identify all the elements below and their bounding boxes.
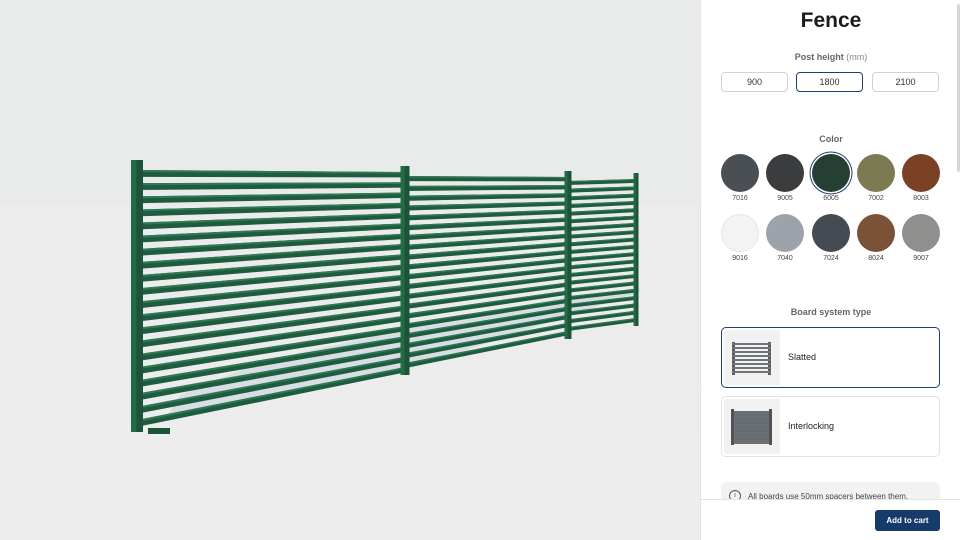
color-code-label: 7024 bbox=[823, 255, 839, 262]
color-code-label: 9005 bbox=[777, 195, 793, 202]
color-dot bbox=[766, 154, 804, 192]
color-code-label: 8003 bbox=[913, 195, 929, 202]
board-option-interlocking[interactable]: Interlocking bbox=[721, 396, 940, 457]
interlocking-label: Interlocking bbox=[788, 421, 835, 431]
color-swatch-8024[interactable]: 8024 bbox=[857, 214, 895, 262]
post-height-label: Post height (mm) bbox=[701, 52, 960, 62]
fence-3d-model[interactable] bbox=[0, 0, 700, 540]
color-swatch-7024[interactable]: 7024 bbox=[812, 214, 850, 262]
post-base-plate bbox=[148, 428, 170, 434]
post-height-900-button[interactable]: 900 bbox=[721, 72, 788, 92]
color-swatch-9016[interactable]: 9016 bbox=[721, 214, 759, 262]
fence-post-face bbox=[633, 173, 636, 326]
color-swatch-8003[interactable]: 8003 bbox=[902, 154, 940, 202]
color-dot bbox=[812, 154, 850, 192]
color-swatch-7016[interactable]: 7016 bbox=[721, 154, 759, 202]
color-code-label: 6005 bbox=[823, 195, 839, 202]
color-swatch-9007[interactable]: 9007 bbox=[902, 214, 940, 262]
color-swatch-9005[interactable]: 9005 bbox=[766, 154, 804, 202]
color-dot bbox=[902, 214, 940, 252]
color-label: Color bbox=[819, 134, 843, 144]
post-height-1800-button[interactable]: 1800 bbox=[796, 72, 863, 92]
color-code-label: 8024 bbox=[868, 255, 884, 262]
slatted-thumbnail bbox=[724, 330, 780, 385]
3d-viewport[interactable] bbox=[0, 0, 700, 540]
panel-scroll-area[interactable]: Fence Post height (mm) 900 1800 2100 Col… bbox=[701, 0, 960, 500]
fence-post-face bbox=[400, 166, 405, 375]
post-height-unit: (mm) bbox=[846, 52, 868, 62]
interlocking-thumbnail bbox=[724, 399, 780, 454]
color-swatch-6005[interactable]: 6005 bbox=[812, 154, 850, 202]
color-dot bbox=[857, 154, 895, 192]
color-swatch-7002[interactable]: 7002 bbox=[857, 154, 895, 202]
color-code-label: 7002 bbox=[868, 195, 884, 202]
product-title: Fence bbox=[800, 9, 862, 32]
board-option-slatted[interactable]: Slatted bbox=[721, 327, 940, 388]
color-dot bbox=[857, 214, 895, 252]
fence-post-face bbox=[564, 171, 568, 339]
slatted-label: Slatted bbox=[788, 352, 817, 362]
post-height-2100-button[interactable]: 2100 bbox=[872, 72, 939, 92]
color-code-label: 9016 bbox=[732, 255, 748, 262]
color-code-label: 7040 bbox=[777, 255, 793, 262]
color-swatch-7040[interactable]: 7040 bbox=[766, 214, 804, 262]
color-dot bbox=[721, 214, 759, 252]
color-dot bbox=[721, 154, 759, 192]
color-code-label: 9007 bbox=[913, 255, 929, 262]
fence-post-face bbox=[131, 160, 137, 432]
color-dot bbox=[812, 214, 850, 252]
add-to-cart-button[interactable]: Add to cart bbox=[875, 510, 940, 531]
post-height-label-text: Post height bbox=[794, 52, 844, 62]
color-dot bbox=[902, 154, 940, 192]
info-note: i All boards use 50mm spacers between th… bbox=[721, 482, 940, 500]
color-code-label: 7016 bbox=[732, 195, 748, 202]
panel-footer: Add to cart bbox=[701, 499, 960, 540]
configurator-panel: Fence Post height (mm) 900 1800 2100 Col… bbox=[700, 0, 960, 540]
color-dot bbox=[766, 214, 804, 252]
board-system-label: Board system type bbox=[790, 307, 872, 317]
